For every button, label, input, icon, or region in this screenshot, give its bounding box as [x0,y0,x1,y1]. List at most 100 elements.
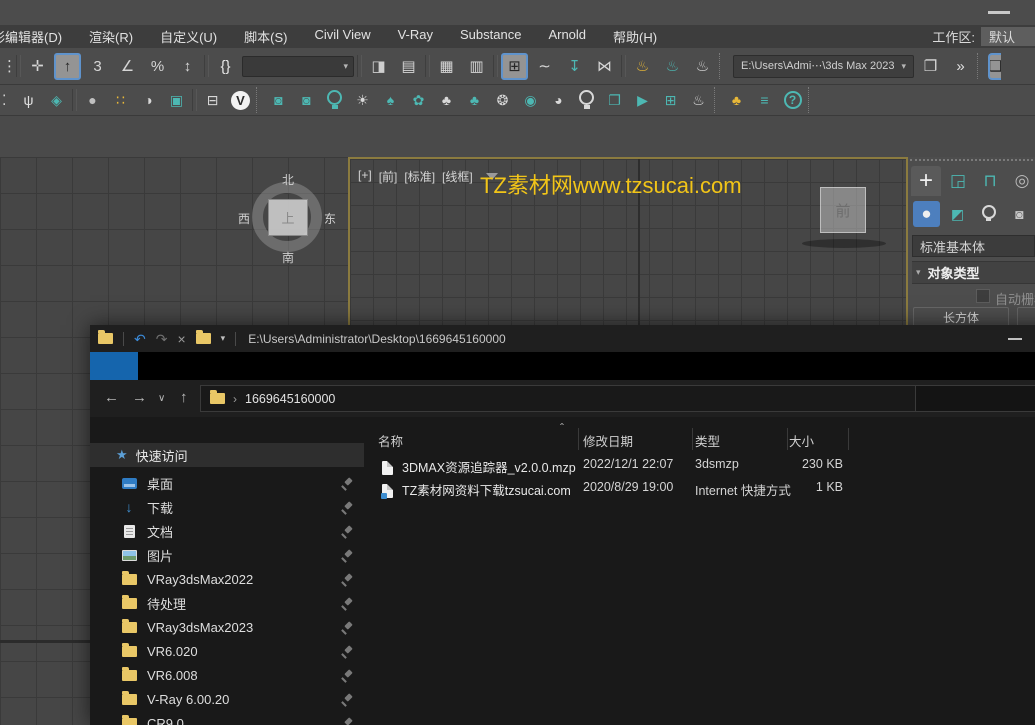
search-input[interactable] [916,386,1035,411]
forest-color-icon[interactable]: ♣ [724,88,749,113]
light-bulb-icon[interactable] [322,88,347,113]
select-and-move-icon[interactable]: ✛ [24,53,51,80]
column-divider[interactable] [848,428,849,450]
forest-list-icon[interactable]: ♣ [434,88,459,113]
material-assign-icon[interactable]: ▣ [164,88,189,113]
leaf-disc-icon[interactable]: ✿ [406,88,431,113]
file-name[interactable]: TZ素材网资料下载tzsucai.com [402,480,571,499]
tree-doc-icon[interactable]: ♣ [462,88,487,113]
menu-item[interactable]: 自定义(U) [160,27,217,46]
align-icon[interactable]: ▤ [395,53,422,80]
saw-ring-icon[interactable]: ❂ [490,88,515,113]
category-cameras[interactable]: ◙ [1006,201,1033,227]
address-box[interactable]: › 1669645160000 ∨ ↻ [200,385,995,412]
menu-item[interactable]: 脚本(S) [244,27,287,46]
pin-icon[interactable] [341,598,352,609]
doc-lines-icon[interactable]: ≡ [752,88,777,113]
up-icon[interactable]: ↑ [180,389,188,406]
pin-icon[interactable] [341,622,352,633]
column-divider[interactable] [578,428,579,450]
window-play-icon[interactable]: ▶ [630,88,655,113]
sun-light-icon[interactable]: ☀ [350,88,375,113]
category-geometry[interactable]: ● [913,201,940,227]
pin-icon[interactable] [341,526,352,537]
sidebar-item-cr90[interactable]: CR9.0 [90,711,370,725]
quick-access-header[interactable]: ★ 快速访问 [90,443,364,467]
sidebar-item-vray60020[interactable]: V-Ray 6.00.20 [90,687,370,711]
sidebar-item-desktop[interactable]: 桌面 [90,471,370,495]
sidebar-item-vray3dsmax2022[interactable]: VRay3dsMax2022 [90,567,370,591]
column-date-modified[interactable]: 修改日期 [583,431,633,450]
viewport-label-segment[interactable]: [前] [379,168,398,185]
forward-icon[interactable]: → [132,389,147,406]
sidebar-item-vr6008[interactable]: VR6.008 [90,663,370,687]
workspace-dropdown[interactable]: 默认 [981,27,1035,46]
menu-item[interactable]: V-Ray [398,27,433,46]
sidebar-item-downloads[interactable]: 下载 [90,495,370,519]
palette-sphere-icon[interactable]: ◑ [136,88,161,113]
palette-icon[interactable]: ◕ [546,88,571,113]
quickaccess-folder-icon[interactable] [196,333,211,344]
menu-item[interactable]: 形编辑器(D) [0,27,62,46]
delete-icon[interactable]: × [177,332,185,346]
tab-hierarchy[interactable]: ⊓ [975,166,1005,196]
column-type[interactable]: 类型 [695,431,720,450]
render-setup-icon[interactable]: ↧ [561,53,588,80]
schematic-view-icon[interactable]: ⋈ [591,53,618,80]
vray-fur-icon[interactable]: ψ [16,88,41,113]
viewcube-left[interactable]: 上 北 南 西 东 [246,175,330,259]
sidebar-item-vray3dsmax2023[interactable]: VRay3dsMax2023 [90,615,370,639]
quick-render-icon[interactable]: ♨ [689,53,716,80]
scene-explorer-icon[interactable]: ▥ [463,53,490,80]
tree-icon[interactable]: ♠ [378,88,403,113]
asset-panel-icon[interactable]: ⊟ [200,88,225,113]
material-sphere-icon[interactable]: ● [80,88,105,113]
viewcube-cube-face[interactable]: 上 [268,199,308,236]
pin-icon[interactable] [341,478,352,489]
viewcube-front[interactable]: 前 [820,187,866,233]
max-minimize-icon[interactable] [988,11,1010,14]
pin-icon[interactable] [341,550,352,561]
category-shapes[interactable]: ◩ [944,201,971,227]
column-divider[interactable] [692,428,693,450]
panel-drag-handle[interactable] [910,159,1033,163]
tab-motion[interactable]: ◎ [1007,166,1035,196]
mirror-icon[interactable]: ◨ [365,53,392,80]
menu-item[interactable]: Arnold [548,27,586,46]
sidebar-item-vr6020[interactable]: VR6.020 [90,639,370,663]
project-folder-field[interactable]: E:\Users\Admi⋯\3ds Max 2023 [733,55,914,78]
back-icon[interactable]: ← [104,389,119,406]
clipped-left-icon[interactable]: ⁚ [2,88,13,113]
camera-add-icon[interactable]: ◙ [294,88,319,113]
column-size[interactable]: 大小 [789,431,814,450]
window-frame-icon[interactable]: ❐ [602,88,627,113]
category-lights[interactable] [975,201,1002,227]
percent-snap-icon[interactable]: % [144,53,171,80]
TZ素材网资料下载tzsucai.com[interactable]: TZ素材网资料下载tzsucai.com 2020/8/29 19:00 Int… [370,476,1035,499]
pin-icon[interactable] [341,502,352,513]
tab-file[interactable] [90,352,138,380]
explorer-titlebar[interactable]: ↶ ↷ × ▾ E:\Users\Administrator\Desktop\1… [90,325,1035,352]
teapot-outline-icon[interactable]: ♨ [686,88,711,113]
sidebar-item-documents[interactable]: 文档 [90,519,370,543]
object-type-rollout[interactable]: ▾ 对象类型 [912,261,1035,284]
menu-item[interactable]: 渲染(R) [89,27,133,46]
tab-modify[interactable]: ◲ [943,166,973,196]
named-selection-combobox[interactable] [242,56,354,77]
toolbar-overflow-icon[interactable]: » [947,53,974,80]
vray-logo-icon[interactable]: V [228,88,253,113]
window-split-icon[interactable]: ⊞ [658,88,683,113]
breadcrumb-path[interactable]: 1669645160000 [245,392,335,406]
viewport-label-segment[interactable]: [线框] [442,168,473,185]
autogrid-checkbox[interactable] [976,289,990,303]
explorer-minimize-icon[interactable] [1008,338,1022,340]
camera-icon[interactable]: ◙ [266,88,291,113]
file-name[interactable]: 3DMAX资源追踪器_v2.0.0.mzp [402,457,576,476]
3DMAX资源追踪器_v2.0.0.mzp[interactable]: 3DMAX资源追踪器_v2.0.0.mzp 2022/12/1 22:07 3d… [370,453,1035,476]
bulb-gear-icon[interactable] [574,88,599,113]
pin-icon[interactable] [341,646,352,657]
clipped-left-icon[interactable]: ⋮ [2,53,13,80]
viewport-label-segment[interactable]: [标准] [404,168,435,185]
breadcrumb-chevron-icon[interactable]: › [233,392,237,406]
layer-manager-icon[interactable]: ▦ [433,53,460,80]
